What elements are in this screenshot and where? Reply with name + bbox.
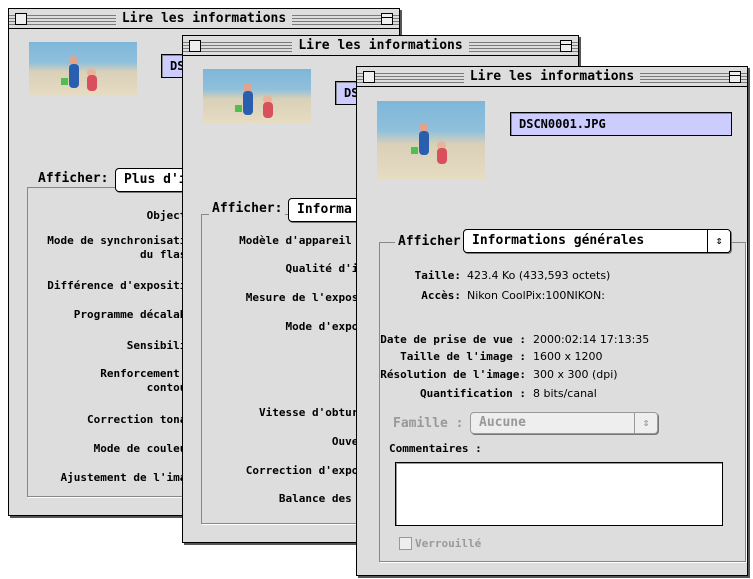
label-correction-tonale: Correction tonal	[87, 413, 193, 426]
label-vitesse: Vitesse d'obtura	[259, 406, 365, 419]
label-correction-expos: Correction d'expos	[245, 464, 365, 477]
label-mode-synchro: Mode de synchronisatio	[47, 234, 193, 247]
locked-label: Verrouillé	[415, 537, 482, 550]
family-label: Famille :	[393, 416, 464, 431]
photo-thumbnail	[377, 101, 485, 179]
label-modele: Modèle d'appareil p	[239, 234, 365, 247]
label-mode-expos: Mode d'expos	[285, 320, 365, 333]
popup-arrows-icon: ⇕	[707, 230, 730, 252]
image-size-label: Taille de l'image :	[400, 350, 526, 363]
afficher-popup[interactable]: Informations générales ⇕	[463, 229, 731, 253]
access-value: Nikon CoolPix:100NIKON:	[467, 289, 605, 302]
quantification-value: 8 bits/canal	[533, 387, 597, 400]
window-title: Lire les informations	[463, 69, 641, 84]
comments-label: Commentaires :	[389, 442, 482, 455]
locked-checkbox[interactable]	[399, 537, 412, 550]
afficher-label: Afficher:	[35, 171, 112, 186]
window-title: Lire les informations	[115, 11, 293, 26]
comments-textarea[interactable]	[395, 462, 723, 526]
resolution-label: Résolution de l'image:	[380, 368, 526, 381]
resolution-value: 300 x 300 (dpi)	[533, 368, 618, 381]
family-popup[interactable]: Aucune ⇕	[470, 412, 658, 434]
label-qualite: Qualité d'im	[285, 262, 365, 275]
window-title: Lire les informations	[292, 38, 469, 53]
date-value: 2000:02:14 17:13:35	[533, 333, 650, 346]
label-mode-couleur: Mode de couleur	[93, 442, 193, 455]
quantification-label: Quantification :	[420, 387, 526, 400]
afficher-label: Afficher:	[209, 201, 286, 216]
label-renforcement: Renforcement c	[100, 367, 193, 380]
photo-thumbnail	[29, 42, 137, 96]
family-popup-arrows-icon: ⇕	[634, 413, 657, 433]
date-label: Date de prise de vue :	[380, 333, 526, 346]
label-diff-exposition: Différence d'expositio	[47, 279, 193, 292]
photo-thumbnail	[203, 69, 311, 123]
afficher-label: Afficher:	[395, 234, 472, 249]
size-label: Taille:	[414, 269, 461, 282]
label-programme: Programme décalabl	[73, 308, 193, 321]
label-mesure: Mesure de l'exposi	[245, 291, 365, 304]
info-window-3[interactable]: Lire les informations DSCN0001.JPG Affic…	[356, 66, 748, 576]
label-balance: Balance des b	[278, 492, 365, 505]
label-ajustement: Ajustement de l'imag	[60, 471, 193, 484]
size-value: 423.4 Ko (433,593 octets)	[467, 269, 611, 282]
filename-field[interactable]: DSCN0001.JPG	[510, 112, 732, 136]
access-label: Accès:	[421, 289, 461, 302]
image-size-value: 1600 x 1200	[533, 350, 603, 363]
